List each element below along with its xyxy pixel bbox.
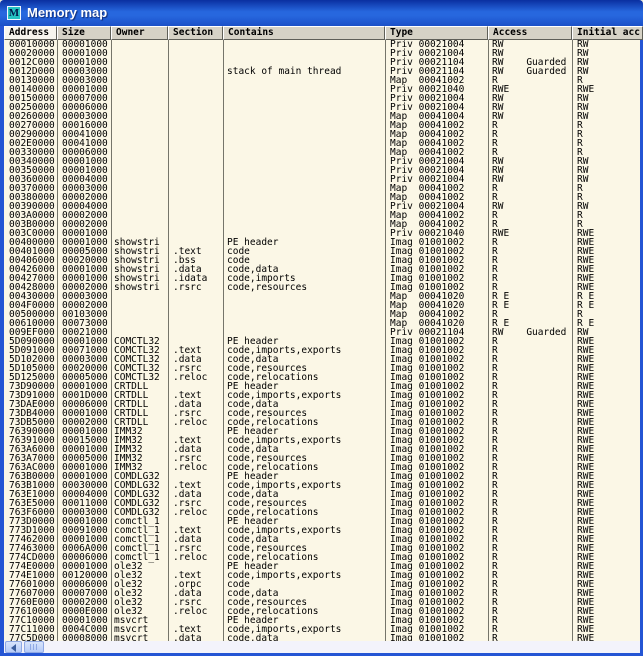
column-header-section[interactable]: Section xyxy=(168,26,223,40)
column-divider xyxy=(572,40,573,641)
table-row[interactable]: 77C5D000 00008000 msvcrt .data code,data Imag… xyxy=(4,634,640,641)
scrollbar-thumb[interactable] xyxy=(24,641,44,653)
memory-map-window: M Memory map AddressSizeOwnerSectionCont… xyxy=(0,0,643,656)
column-header-address[interactable]: Address xyxy=(4,26,57,40)
cell-type: Imag 01001002 xyxy=(390,634,464,641)
column-header-owner[interactable]: Owner xyxy=(111,26,168,40)
cell-address: 77C5D000 xyxy=(9,634,55,641)
cell-contains: code,data xyxy=(227,634,278,641)
window-title: Memory map xyxy=(27,5,107,20)
cell-access: RW Guarded xyxy=(492,328,566,337)
cell-size: 00008000 xyxy=(62,634,108,641)
titlebar[interactable]: M Memory map xyxy=(0,0,643,26)
column-divider xyxy=(385,40,386,641)
column-header-row: AddressSizeOwnerSectionContainsTypeAcces… xyxy=(4,26,643,40)
cell-initial: RWE xyxy=(577,634,594,641)
cell-contains: stack of main thread xyxy=(227,67,341,76)
column-header-access[interactable]: Access xyxy=(488,26,572,40)
cell-section: .reloc xyxy=(173,607,207,616)
cell-section: .reloc xyxy=(173,508,207,517)
cell-owner: showstri xyxy=(114,283,160,292)
column-header-initial[interactable]: Initial acc xyxy=(572,26,643,40)
cell-section: .rsrc xyxy=(173,283,202,292)
column-header-contains[interactable]: Contains xyxy=(223,26,385,40)
cell-section: .data xyxy=(173,634,202,641)
cell-contains: code,resources xyxy=(227,283,307,292)
column-divider xyxy=(111,40,112,641)
column-header-type[interactable]: Type xyxy=(385,26,488,40)
memory-map-icon: M xyxy=(7,6,21,20)
cell-access: RW Guarded xyxy=(492,67,566,76)
horizontal-scrollbar[interactable] xyxy=(4,641,640,653)
cell-section: .reloc xyxy=(173,463,207,472)
left-arrow-icon xyxy=(11,644,16,652)
cell-section: .reloc xyxy=(173,418,207,427)
column-divider xyxy=(223,40,224,641)
column-divider xyxy=(488,40,489,641)
scroll-left-button[interactable] xyxy=(5,641,22,653)
column-header-size[interactable]: Size xyxy=(57,26,111,40)
cell-access: R xyxy=(492,634,498,641)
cell-section: .reloc xyxy=(173,553,207,562)
column-divider xyxy=(57,40,58,641)
cell-owner: msvcrt xyxy=(114,634,148,641)
column-divider xyxy=(168,40,169,641)
memory-table: 0001000000001000Priv 00021004RWRW0002000… xyxy=(4,40,640,641)
cell-section: .reloc xyxy=(173,373,207,382)
